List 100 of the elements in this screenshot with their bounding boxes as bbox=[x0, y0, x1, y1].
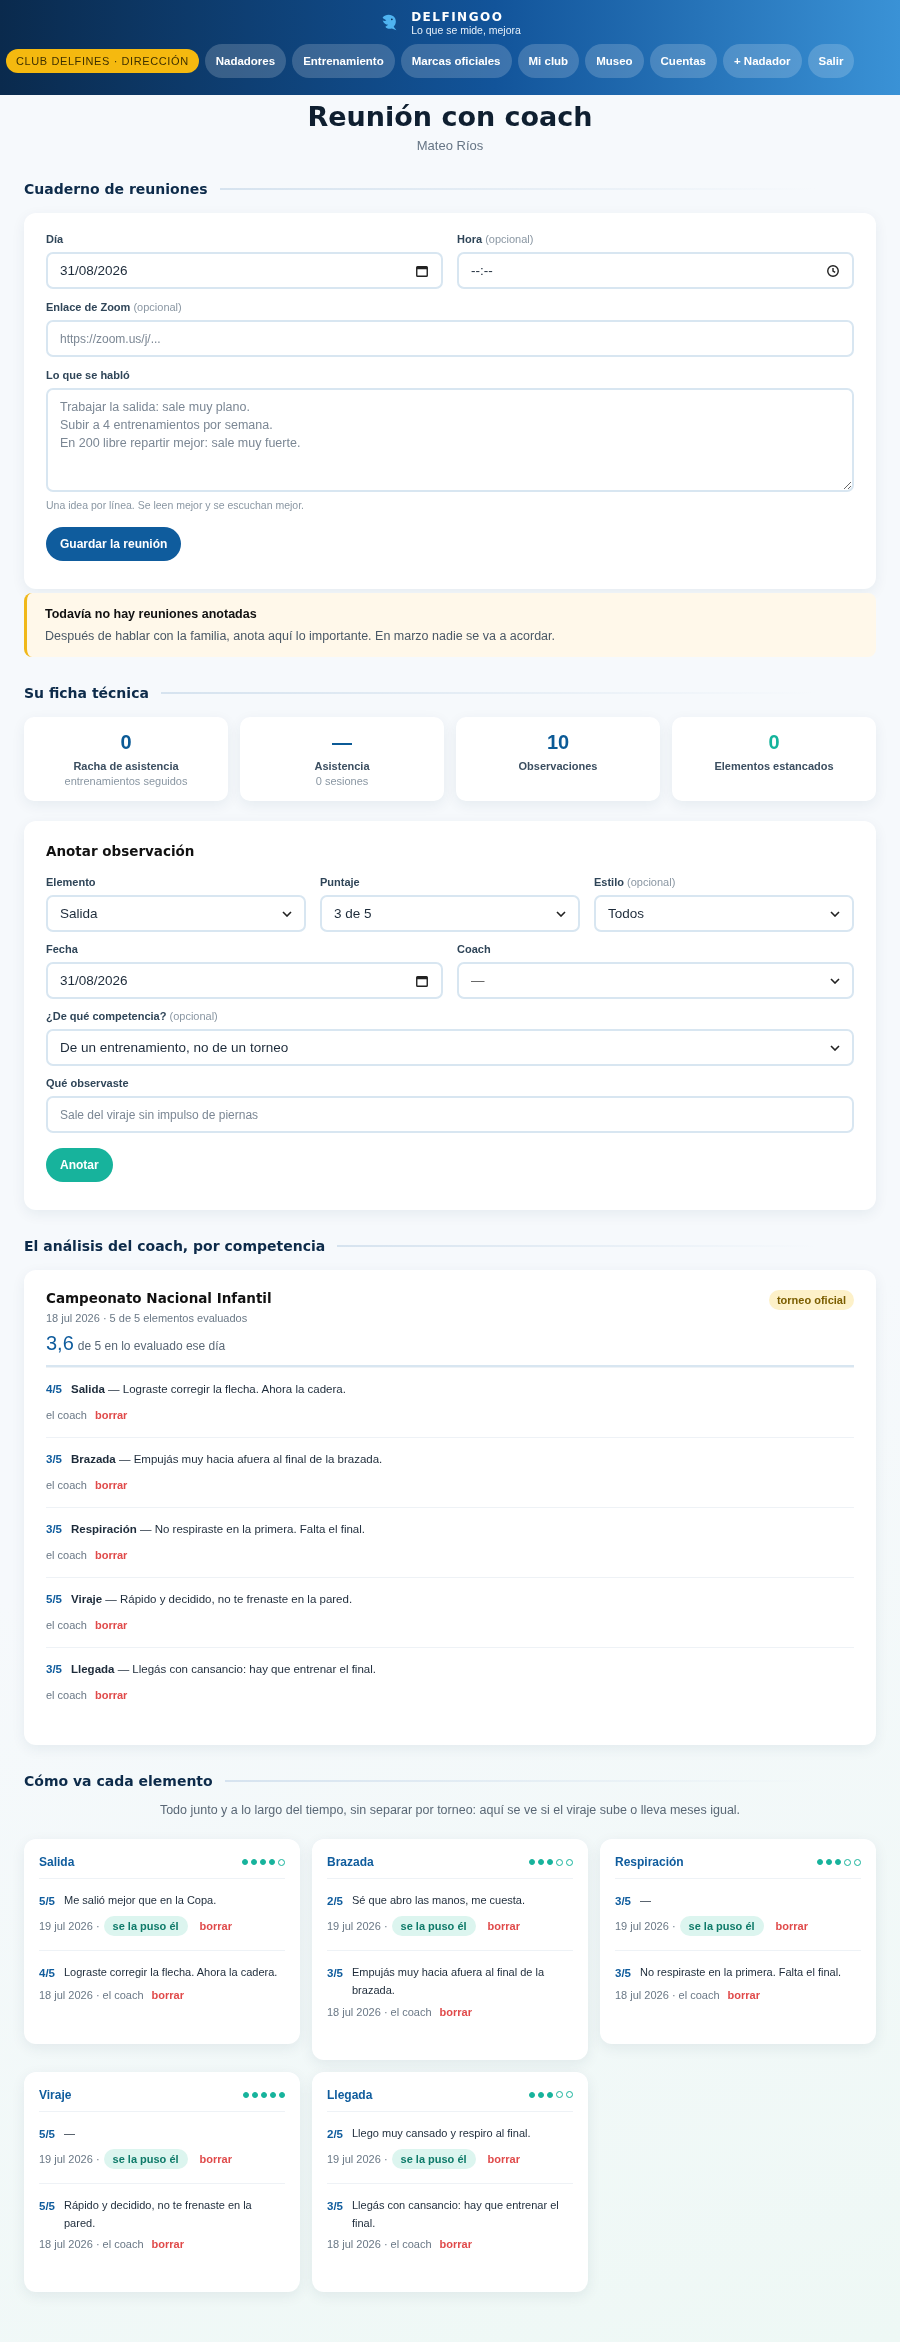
nav-button[interactable]: Entrenamiento bbox=[292, 44, 395, 78]
delete-link[interactable]: borrar bbox=[95, 1689, 128, 1701]
help-text: Una idea por línea. Se leen mejor y se escuchan mejor. bbox=[46, 499, 305, 511]
self-rated-badge: se la puso él bbox=[391, 2148, 476, 2169]
entry-text: Empujás muy hacia afuera al final de la brazada. bbox=[352, 1965, 545, 1998]
chevron-icon bbox=[556, 910, 566, 917]
element-name: Viraje bbox=[39, 2087, 72, 2102]
element-name: Brazada bbox=[327, 1855, 374, 1869]
brand-tagline: Lo que se mide, mejora bbox=[411, 24, 521, 36]
average-caption: de 5 en lo evaluado ese día bbox=[77, 1339, 226, 1353]
delete-link[interactable]: borrar bbox=[487, 1920, 520, 1933]
entry-date: 19 jul 2026 · bbox=[39, 1920, 100, 1933]
entry-meta: 18 jul 2026 · el coach bbox=[39, 1988, 144, 2001]
entry-text: — bbox=[640, 1893, 651, 1908]
zoom-link-field[interactable]: https://zoom.us/j/... bbox=[46, 320, 854, 357]
entry-date: 19 jul 2026 · bbox=[327, 1920, 388, 1933]
nav-button[interactable]: Cuentas bbox=[649, 44, 717, 78]
stat-value: — bbox=[332, 731, 352, 754]
entry-date: 19 jul 2026 · bbox=[615, 1920, 676, 1933]
field-label: Puntaje bbox=[320, 876, 361, 888]
brand-name: DELFINGOO bbox=[411, 10, 505, 24]
field-label: Día bbox=[46, 233, 65, 245]
select-field[interactable]: — bbox=[457, 962, 854, 999]
author-text: el coach bbox=[46, 1689, 87, 1701]
entry-text: Sé que abro las manos, me cuesta. bbox=[352, 1893, 526, 1908]
self-rated-badge: se la puso él bbox=[679, 1916, 764, 1937]
delete-link[interactable]: borrar bbox=[151, 1988, 184, 2001]
field-label: Qué observaste bbox=[46, 1077, 130, 1089]
delete-link[interactable]: borrar bbox=[727, 1988, 760, 2001]
observation-text: Salida — Lograste corregir la flecha. Ahora la cadera. bbox=[71, 1383, 346, 1395]
date-field[interactable]: 31/08/2026 bbox=[46, 962, 443, 999]
field-label: Lo que se habló bbox=[46, 369, 131, 381]
entry-text: Rápido y decidido, no te frenaste en la pared. bbox=[64, 2197, 253, 2231]
delete-link[interactable]: borrar bbox=[439, 2005, 472, 2018]
select-field[interactable]: Todos bbox=[594, 895, 854, 932]
score: 2/5 bbox=[327, 1894, 343, 1909]
score: 5/5 bbox=[46, 1593, 62, 1605]
nav-button[interactable]: Salir bbox=[807, 44, 855, 78]
observation-field[interactable]: Sale del viraje sin impulso de piernas bbox=[46, 1096, 854, 1133]
element-name: Salida bbox=[39, 1855, 75, 1869]
entry-text: Lograste corregir la flecha. Ahora la cadera. bbox=[64, 1965, 278, 1981]
score: 4/5 bbox=[39, 1966, 55, 1982]
select-field[interactable]: 3 de 5 bbox=[320, 895, 580, 932]
field-label: Elemento bbox=[46, 876, 97, 888]
delete-link[interactable]: borrar bbox=[151, 2238, 184, 2251]
delete-link[interactable]: borrar bbox=[95, 1479, 128, 1491]
entry-meta: 18 jul 2026 · el coach bbox=[327, 2238, 432, 2251]
field-label: Hora (opcional) bbox=[457, 233, 535, 245]
score: 2/5 bbox=[327, 2126, 343, 2142]
nav-button[interactable]: Nadadores bbox=[204, 44, 287, 78]
competition-meta: 18 jul 2026 · 5 de 5 elementos evaluados bbox=[46, 1312, 249, 1324]
field-label: Enlace de Zoom (opcional) bbox=[46, 301, 183, 313]
delete-link[interactable]: borrar bbox=[95, 1409, 128, 1421]
notes-field[interactable]: Trabajar la salida: sale muy plano. Subir a 4 entrenamientos por semana. En 200 libre repartir mejor: sale muy fuerte. bbox=[46, 388, 854, 492]
nav-button[interactable]: Museo bbox=[585, 44, 644, 78]
notice-title: Todavía no hay reuniones anotadas bbox=[45, 607, 258, 621]
delete-link[interactable]: borrar bbox=[199, 1920, 232, 1933]
self-rated-badge: se la puso él bbox=[103, 2148, 188, 2169]
stat-value: 0 bbox=[768, 731, 780, 754]
competition-name: Campeonato Nacional Infantil bbox=[46, 1290, 272, 1306]
delete-link[interactable]: borrar bbox=[487, 2152, 520, 2165]
field-label: Fecha bbox=[46, 943, 79, 955]
card-title: Anotar observación bbox=[46, 843, 196, 859]
delete-link[interactable]: borrar bbox=[199, 2152, 232, 2165]
author-text: el coach bbox=[46, 1619, 87, 1631]
score: 3/5 bbox=[615, 1894, 631, 1909]
nav-button[interactable]: + Nadador bbox=[722, 44, 802, 78]
author-text: el coach bbox=[46, 1409, 87, 1421]
delete-link[interactable]: borrar bbox=[775, 1920, 808, 1933]
delete-link[interactable]: borrar bbox=[95, 1619, 128, 1631]
section-heading: El análisis del coach, por competencia bbox=[24, 1238, 326, 1254]
entry-text: Me salió mejor que en la Copa. bbox=[64, 1893, 217, 1908]
score: 5/5 bbox=[39, 2198, 55, 2214]
stat-label: Observaciones bbox=[518, 760, 598, 772]
section-intro: Todo junto y a lo largo del tiempo, sin separar por torneo: aquí se ve si el viraje sube o lleva meses igual. bbox=[158, 1803, 742, 1817]
score: 3/5 bbox=[327, 2198, 343, 2214]
date-field[interactable]: 31/08/2026 bbox=[46, 252, 443, 289]
add-button[interactable]: Anotar bbox=[46, 1148, 113, 1182]
score: 5/5 bbox=[39, 2126, 55, 2142]
stat-label: Elementos estancados bbox=[714, 760, 834, 772]
section-heading: Cuaderno de reuniones bbox=[24, 181, 208, 197]
save-button[interactable]: Guardar la reunión bbox=[46, 527, 182, 561]
observation-text: Respiración — No respiraste en la primera. Falta el final. bbox=[71, 1523, 365, 1535]
nav-button[interactable]: Marcas oficiales bbox=[400, 44, 512, 78]
calendar-icon bbox=[415, 973, 429, 988]
entry-text: Llegás con cansancio: hay que entrenar el final. bbox=[352, 2197, 560, 2231]
nav-button[interactable]: Mi club bbox=[517, 44, 580, 78]
page-title: Reunión con coach bbox=[306, 101, 594, 132]
observation-text: Llegada — Llegás con cansancio: hay que entrenar el final. bbox=[71, 1663, 376, 1675]
score: 3/5 bbox=[46, 1663, 62, 1675]
delete-link[interactable]: borrar bbox=[439, 2238, 472, 2251]
time-field[interactable]: --:-- bbox=[457, 252, 854, 289]
observation-text: Brazada — Empujás muy hacia afuera al final de la brazada. bbox=[71, 1453, 383, 1465]
notice-text: Después de hablar con la familia, anota aquí lo importante. En marzo nadie se va a acordar. bbox=[45, 629, 557, 643]
entry-meta: 18 jul 2026 · el coach bbox=[39, 2238, 144, 2251]
chevron-icon bbox=[830, 977, 840, 984]
self-rated-badge: se la puso él bbox=[103, 1916, 188, 1937]
delete-link[interactable]: borrar bbox=[95, 1549, 128, 1561]
select-field[interactable]: Salida bbox=[46, 895, 306, 932]
select-field[interactable]: De un entrenamiento, no de un torneo bbox=[46, 1029, 854, 1066]
